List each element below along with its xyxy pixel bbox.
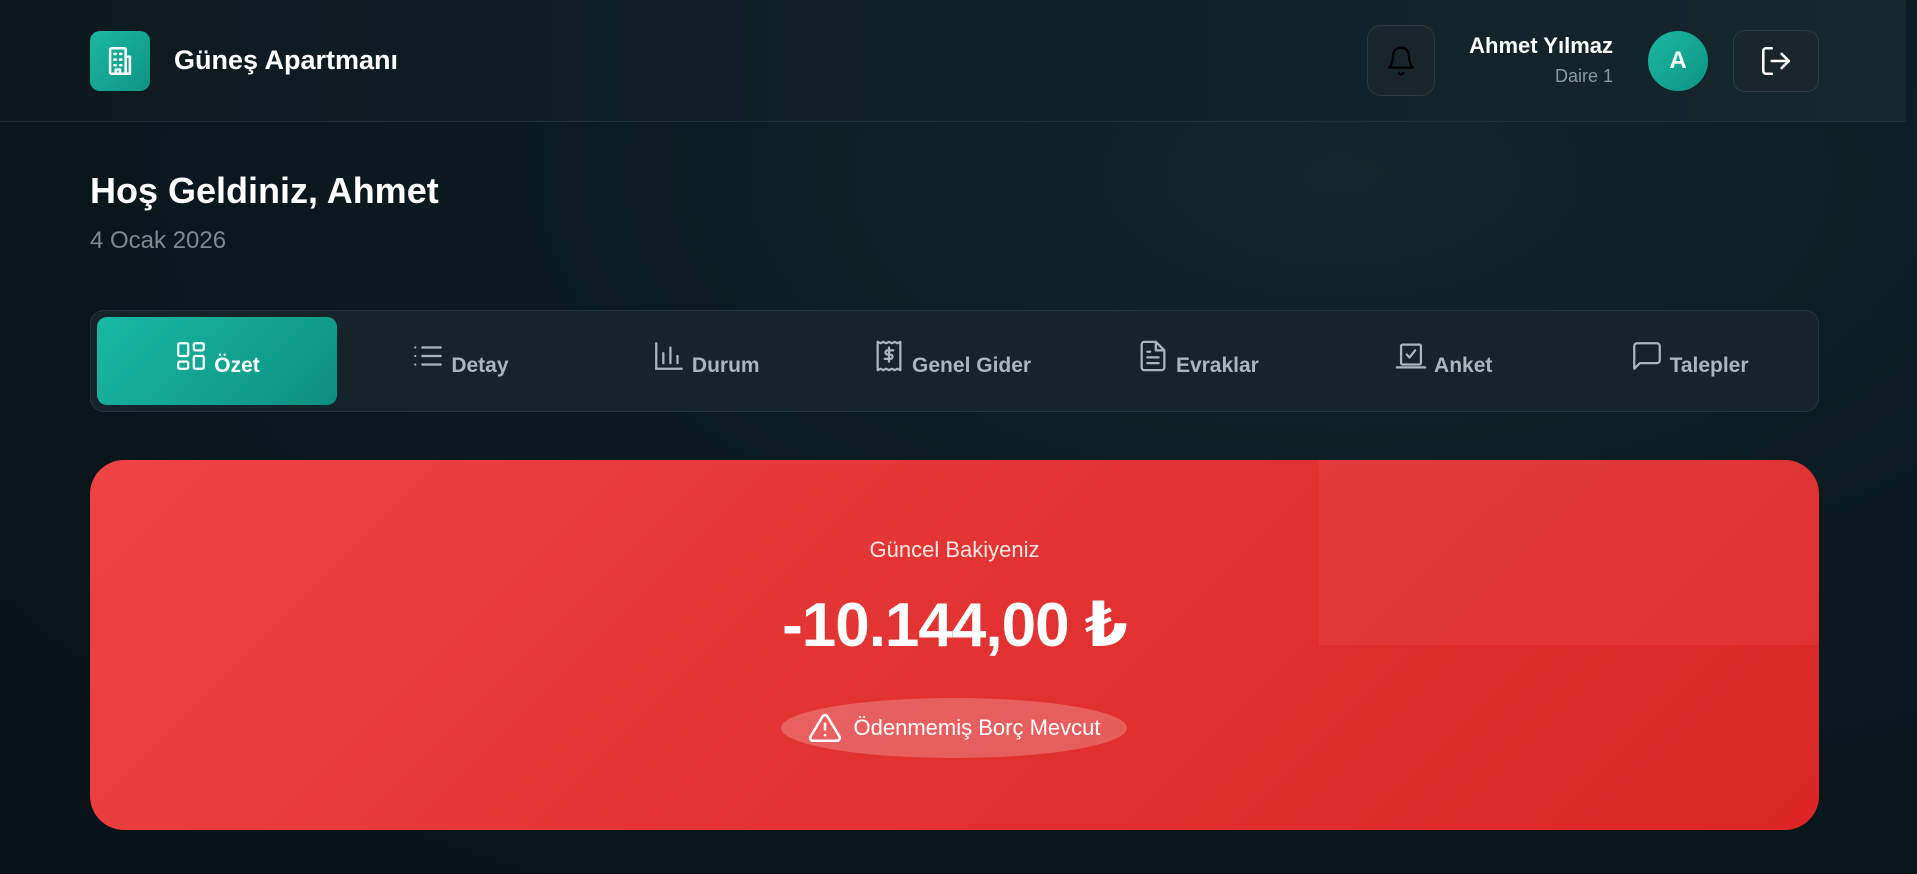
top-header: Güneş Apartmanı Ahmet Yılmaz Daire 1 A: [0, 0, 1906, 122]
tab-label: Detay: [451, 354, 509, 377]
balance-label: Güncel Bakiyeniz: [869, 537, 1040, 562]
debt-status-badge: Ödenmemiş Borç Mevcut: [781, 698, 1127, 758]
tab-durum[interactable]: Durum: [583, 317, 829, 405]
tab-label: Anket: [1434, 354, 1493, 377]
tab-ozet[interactable]: Özet: [97, 317, 337, 405]
dashboard-icon: [177, 342, 206, 370]
tab-detay[interactable]: Detay: [337, 317, 583, 405]
tab-genel-gider[interactable]: Genel Gider: [829, 317, 1075, 405]
bell-icon: [1387, 46, 1415, 75]
current-date: 4 Ocak 2026: [90, 227, 227, 254]
bar-chart-icon: [655, 342, 683, 370]
tab-anket[interactable]: Anket: [1320, 317, 1566, 405]
tab-label: Özet: [214, 354, 260, 377]
tab-label: Genel Gider: [912, 354, 1032, 377]
brand-title: Güneş Apartmanı: [174, 45, 399, 75]
list-icon: [414, 346, 443, 366]
vote-icon: [1395, 343, 1427, 369]
warning-icon: [808, 713, 841, 743]
tab-label: Evraklar: [1175, 354, 1259, 377]
document-icon: [1140, 340, 1166, 372]
avatar[interactable]: A: [1648, 31, 1708, 91]
tab-talepler[interactable]: Talepler: [1566, 317, 1812, 405]
tab-label: Talepler: [1669, 354, 1749, 377]
logout-icon: [1761, 46, 1791, 76]
tab-bar: Özet Detay Durum Genel Gider Evraklar An…: [90, 310, 1819, 412]
message-icon: [1632, 342, 1661, 370]
receipt-icon: [876, 340, 902, 372]
user-name: Ahmet Yılmaz: [1469, 33, 1613, 58]
user-unit: Daire 1: [1554, 66, 1613, 86]
balance-card: Güncel Bakiyeniz -10.144,00 ₺ Ödenmemiş …: [90, 460, 1819, 830]
page-title: Hoş Geldiniz, Ahmet: [90, 170, 439, 211]
logout-button[interactable]: [1733, 30, 1819, 92]
building-icon: [90, 31, 150, 91]
tab-label: Durum: [691, 354, 760, 377]
debt-status-text: Ödenmemiş Borç Mevcut: [853, 715, 1101, 740]
balance-amount: -10.144,00 ₺: [782, 591, 1128, 660]
notifications-button[interactable]: [1367, 25, 1435, 96]
tab-evraklar[interactable]: Evraklar: [1074, 317, 1320, 405]
